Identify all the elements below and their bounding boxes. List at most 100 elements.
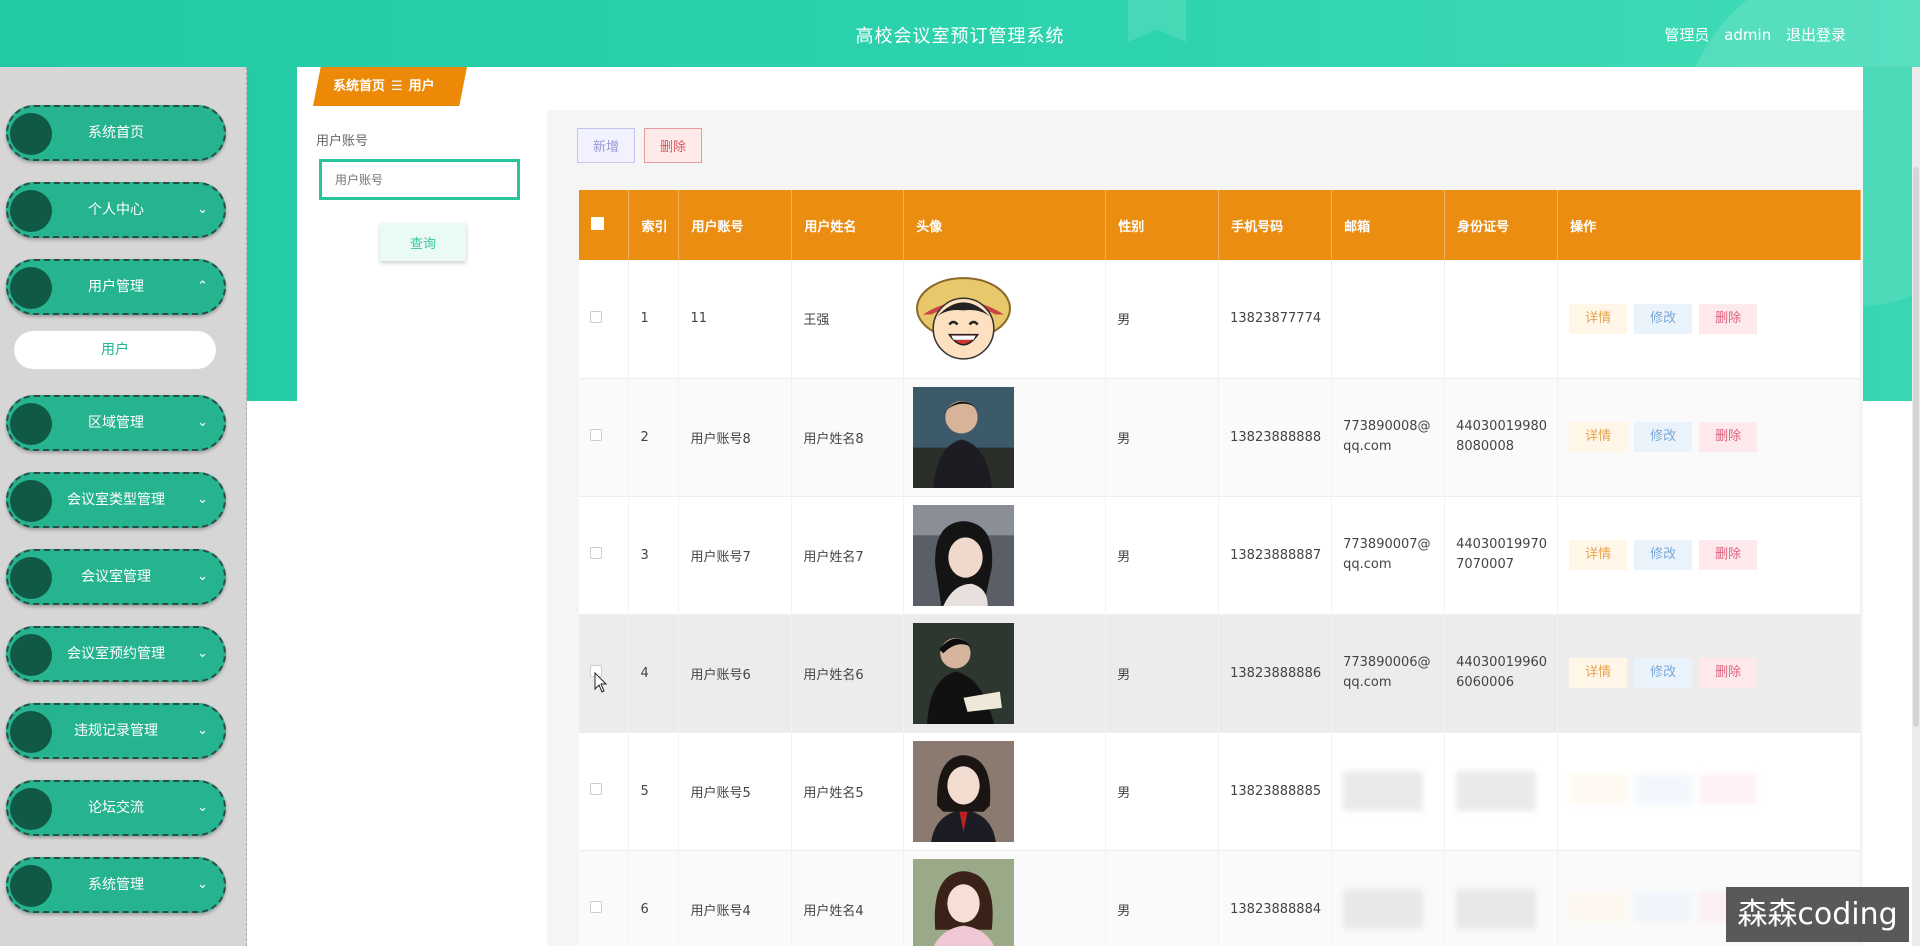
index-cell: 3 [628, 496, 680, 615]
sidebar-item-system-management[interactable]: 系统管理 ⌄ [6, 857, 226, 913]
batch-delete-button[interactable]: 删除 [644, 128, 702, 163]
sidebar-item-user-management[interactable]: 用户管理 ⌃ [6, 259, 226, 315]
row-checkbox[interactable] [590, 783, 602, 795]
sidebar-dot-icon [10, 190, 52, 232]
row-checkbox[interactable] [590, 429, 602, 441]
sidebar-item-violation-management[interactable]: 违规记录管理 ⌄ [6, 703, 226, 759]
photo-avatar-icon [913, 504, 1015, 606]
actions-cell: 详情 修改 删除 [1557, 260, 1861, 379]
column-header: 手机号码 [1218, 190, 1333, 260]
actions-cell: 详情 修改 删除 [1557, 614, 1861, 733]
watermark: 森森coding [1726, 887, 1909, 942]
phone-cell: 13823888884 [1218, 850, 1333, 946]
logout-link[interactable]: 退出登录 [1786, 26, 1846, 44]
page-scrollbar[interactable] [1912, 67, 1920, 946]
sidebar-item-room-type-management[interactable]: 会议室类型管理 ⌄ [6, 472, 226, 528]
sidebar-item-label: 系统首页 [88, 125, 144, 141]
add-button[interactable]: 新增 [577, 128, 635, 163]
search-label: 用户账号 [316, 134, 369, 149]
detail-button[interactable]: 详情 [1569, 303, 1628, 334]
breadcrumb-home[interactable]: 系统首页 [333, 79, 385, 94]
mouse-cursor-icon [594, 672, 608, 693]
email-cell [1331, 260, 1446, 379]
sidebar-item-reservation-management[interactable]: 会议室预约管理 ⌄ [6, 626, 226, 682]
avatar-cell [903, 496, 1107, 615]
account-cell: 用户账号6 [678, 614, 793, 733]
index-cell: 5 [628, 732, 680, 851]
photo-avatar-icon [913, 858, 1015, 946]
select-all-checkbox[interactable] [591, 216, 604, 230]
cartoon-avatar-icon [916, 277, 1012, 360]
chevron-down-icon: ⌄ [197, 723, 208, 738]
sidebar-item-label: 论坛交流 [88, 800, 144, 816]
name-cell: 用户姓名6 [791, 614, 905, 733]
index-cell: 2 [628, 378, 680, 497]
detail-button[interactable]: 详情 [1569, 540, 1628, 570]
phone-cell: 13823877774 [1218, 260, 1333, 379]
delete-button[interactable]: 删除 [1699, 303, 1758, 334]
delete-button[interactable] [1699, 774, 1758, 804]
edit-button[interactable] [1634, 774, 1693, 804]
sidebar-dot-icon [10, 634, 52, 676]
account-cell: 用户账号5 [678, 732, 793, 851]
actions-cell: 详情 修改 删除 [1557, 378, 1861, 497]
search-button[interactable]: 查询 [380, 223, 466, 261]
user-table: 索引 用户账号 用户姓名 头像 性别 手机号码 邮箱 身份证号 操作 1 11 … [579, 190, 1861, 946]
table-row: 3 用户账号7 用户姓名7 男 13823888887 773890007@qq… [579, 496, 1861, 615]
breadcrumb-separator-icon: ☰ [391, 79, 403, 94]
edit-button[interactable]: 修改 [1634, 540, 1693, 570]
sidebar-item-home[interactable]: 系统首页 [6, 105, 226, 161]
edit-button[interactable]: 修改 [1634, 658, 1693, 688]
sidebar-item-area-management[interactable]: 区域管理 ⌄ [6, 395, 226, 451]
delete-button[interactable]: 删除 [1699, 658, 1758, 688]
row-select-cell [579, 378, 630, 497]
name-cell: 用户姓名4 [791, 850, 905, 946]
row-checkbox[interactable] [590, 310, 602, 323]
select-all-cell[interactable] [579, 190, 630, 260]
name-cell: 用户姓名8 [791, 378, 905, 497]
idcard-cell: 440300199808080008 [1444, 378, 1559, 497]
edit-button[interactable]: 修改 [1634, 303, 1693, 334]
blurred-idcard [1456, 771, 1537, 811]
detail-button[interactable] [1569, 774, 1628, 804]
sidebar-dot-icon [10, 865, 52, 907]
delete-button[interactable]: 删除 [1699, 540, 1758, 570]
email-text: 773890008@qq.com [1343, 419, 1431, 454]
scrollbar-thumb[interactable] [1913, 167, 1919, 727]
chevron-up-icon: ⌃ [197, 279, 208, 294]
system-title: 高校会议室预订管理系统 [855, 26, 1065, 47]
photo-avatar-icon [913, 386, 1015, 488]
sidebar-dot-icon [10, 788, 52, 830]
delete-button[interactable]: 删除 [1699, 422, 1758, 452]
gender-cell: 男 [1105, 260, 1220, 379]
list-panel: 新增 删除 索引 用户账号 用户姓名 头像 性别 手机号码 邮箱 身份证号 操作 [547, 110, 1863, 946]
table-row: 6 用户账号4 用户姓名4 男 13823888884 [579, 850, 1861, 946]
row-checkbox[interactable] [590, 901, 602, 913]
column-header: 头像 [903, 190, 1107, 260]
sidebar-subitem-user[interactable]: 用户 [14, 331, 216, 369]
sidebar-item-personal-center[interactable]: 个人中心 ⌄ [6, 182, 226, 238]
gender-cell: 男 [1105, 496, 1220, 615]
email-cell [1331, 850, 1446, 946]
search-input[interactable] [319, 159, 520, 200]
sidebar-item-room-management[interactable]: 会议室管理 ⌄ [6, 549, 226, 605]
column-header: 用户姓名 [791, 190, 905, 260]
sidebar-item-label: 个人中心 [88, 202, 144, 218]
edit-button[interactable]: 修改 [1634, 422, 1693, 452]
email-text: 773890006@qq.com [1343, 655, 1431, 690]
sidebar-item-forum[interactable]: 论坛交流 ⌄ [6, 780, 226, 836]
sidebar-item-label: 会议室预约管理 [67, 646, 165, 662]
phone-cell: 13823888886 [1218, 614, 1333, 733]
detail-button[interactable] [1569, 892, 1628, 922]
chevron-down-icon: ⌄ [197, 202, 208, 217]
chevron-down-icon: ⌄ [197, 646, 208, 661]
blurred-idcard [1456, 889, 1537, 929]
email-cell: 773890007@qq.com [1331, 496, 1446, 615]
index-cell: 6 [628, 850, 680, 946]
row-checkbox[interactable] [590, 547, 602, 559]
edit-button[interactable] [1634, 892, 1693, 922]
sidebar-item-label: 用户管理 [88, 279, 144, 295]
detail-button[interactable]: 详情 [1569, 422, 1628, 452]
username: admin [1724, 26, 1772, 44]
detail-button[interactable]: 详情 [1569, 658, 1628, 688]
